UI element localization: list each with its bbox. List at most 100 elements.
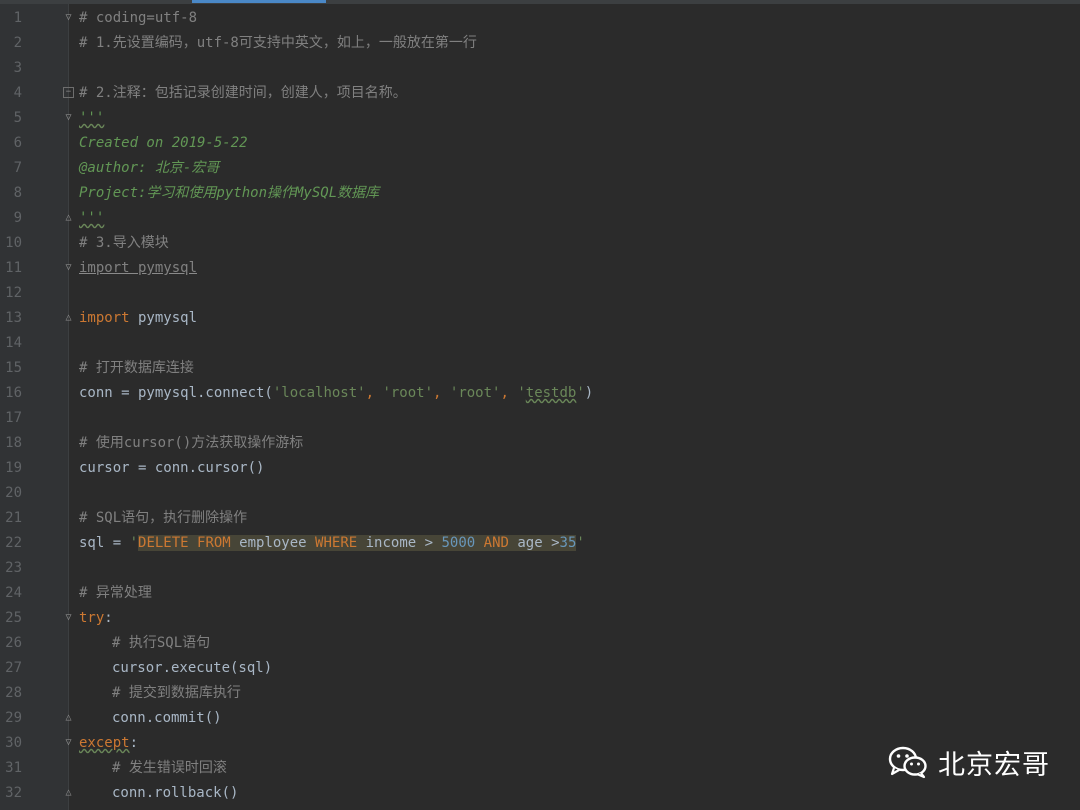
code-text[interactable]: # SQL语句，执行删除操作	[79, 506, 247, 531]
code-line[interactable]: 20	[0, 481, 1080, 506]
code-text[interactable]: # 执行SQL语句	[112, 631, 210, 656]
line-number[interactable]: 26	[0, 631, 22, 656]
code-text[interactable]: # 2.注释：包括记录创建时间，创建人，项目名称。	[79, 81, 407, 106]
code-line[interactable]: 6 Created on 2019-5-22	[0, 131, 1080, 156]
line-number[interactable]: 5	[0, 106, 22, 131]
code-line[interactable]: 1 ▽ # coding=utf-8	[0, 6, 1080, 31]
code-editor[interactable]: 1 ▽ # coding=utf-8 2 # 1.先设置编码，utf-8可支持中英文，如…	[0, 0, 1080, 810]
code-line[interactable]: 3	[0, 56, 1080, 81]
code-line[interactable]: 12	[0, 281, 1080, 306]
code-text[interactable]: conn.commit()	[112, 706, 222, 731]
code-text[interactable]: '''	[79, 106, 104, 131]
code-line[interactable]: 11 ▽ import pymysql	[0, 256, 1080, 281]
code-text[interactable]: cursor = conn.cursor()	[79, 456, 264, 481]
line-number[interactable]: 2	[0, 31, 22, 56]
code-text[interactable]: Created on 2019-5-22	[79, 131, 248, 156]
line-number[interactable]: 24	[0, 581, 22, 606]
fold-marker-icon[interactable]: ▽	[63, 12, 74, 23]
code-text[interactable]: conn.rollback()	[112, 781, 238, 806]
fold-marker-icon[interactable]: △	[63, 212, 74, 223]
code-text[interactable]: '''	[79, 206, 104, 231]
code-text[interactable]: conn = pymysql.connect('localhost', 'roo…	[79, 381, 593, 406]
code-text[interactable]: @author: 北京-宏哥	[79, 156, 219, 181]
line-number[interactable]: 6	[0, 131, 22, 156]
code-line[interactable]: 29 △ conn.commit()	[0, 706, 1080, 731]
line-number[interactable]: 17	[0, 406, 22, 431]
code-line[interactable]: 24 # 异常处理	[0, 581, 1080, 606]
line-number[interactable]: 15	[0, 356, 22, 381]
code-line[interactable]: 2 # 1.先设置编码，utf-8可支持中英文，如上，一般放在第一行	[0, 31, 1080, 56]
line-number[interactable]: 16	[0, 381, 22, 406]
line-number[interactable]: 29	[0, 706, 22, 731]
code-line[interactable]: 19 cursor = conn.cursor()	[0, 456, 1080, 481]
line-number[interactable]: 21	[0, 506, 22, 531]
code-line[interactable]: 10 # 3.导入模块	[0, 231, 1080, 256]
line-number[interactable]: 9	[0, 206, 22, 231]
code-text[interactable]: try:	[79, 606, 113, 631]
code-line[interactable]: 32 △ conn.rollback()	[0, 781, 1080, 806]
code-line[interactable]: 5 ▽ '''	[0, 106, 1080, 131]
code-line[interactable]: 27 cursor.execute(sql)	[0, 656, 1080, 681]
code-line[interactable]: 23	[0, 556, 1080, 581]
code-line[interactable]: 28 # 提交到数据库执行	[0, 681, 1080, 706]
fold-marker-icon[interactable]: ▽	[63, 612, 74, 623]
code-area[interactable]: 1 ▽ # coding=utf-8 2 # 1.先设置编码，utf-8可支持中英文，如…	[0, 6, 1080, 806]
code-text[interactable]: # 3.导入模块	[79, 231, 169, 256]
code-line[interactable]: 18 # 使用cursor()方法获取操作游标	[0, 431, 1080, 456]
line-number[interactable]: 30	[0, 731, 22, 756]
line-number[interactable]: 3	[0, 56, 22, 81]
code-line[interactable]: 8 Project:学习和使用python操作MySQL数据库	[0, 181, 1080, 206]
code-line[interactable]: 7 @author: 北京-宏哥	[0, 156, 1080, 181]
code-line[interactable]: 16 conn = pymysql.connect('localhost', 'r…	[0, 381, 1080, 406]
code-text[interactable]: Project:学习和使用python操作MySQL数据库	[79, 181, 379, 206]
line-number[interactable]: 14	[0, 331, 22, 356]
code-text[interactable]: import pymysql	[79, 306, 197, 331]
fold-marker-icon[interactable]: ▽	[63, 112, 74, 123]
code-line[interactable]: 22 sql = 'DELETE FROM employee WHERE inco…	[0, 531, 1080, 556]
code-line[interactable]: 25 ▽ try:	[0, 606, 1080, 631]
fold-marker-icon[interactable]: ▽	[63, 737, 74, 748]
line-number[interactable]: 32	[0, 781, 22, 806]
fold-marker-icon[interactable]: △	[63, 712, 74, 723]
code-line[interactable]: 14	[0, 331, 1080, 356]
line-number[interactable]: 11	[0, 256, 22, 281]
line-number[interactable]: 27	[0, 656, 22, 681]
line-number[interactable]: 18	[0, 431, 22, 456]
line-number[interactable]: 7	[0, 156, 22, 181]
code-text[interactable]: cursor.execute(sql)	[112, 656, 272, 681]
line-number[interactable]: 31	[0, 756, 22, 781]
code-line[interactable]: 13 △ import pymysql	[0, 306, 1080, 331]
fold-marker-icon[interactable]: △	[63, 787, 74, 798]
line-number[interactable]: 12	[0, 281, 22, 306]
line-number[interactable]: 1	[0, 6, 22, 31]
code-text[interactable]: # 打开数据库连接	[79, 356, 194, 381]
active-tab-indicator[interactable]	[192, 0, 326, 3]
code-text[interactable]: import pymysql	[79, 256, 197, 281]
line-number[interactable]: 8	[0, 181, 22, 206]
line-number[interactable]: 20	[0, 481, 22, 506]
fold-marker-icon[interactable]: △	[63, 312, 74, 323]
line-number[interactable]: 10	[0, 231, 22, 256]
code-line[interactable]: 17	[0, 406, 1080, 431]
line-number[interactable]: 23	[0, 556, 22, 581]
fold-marker-icon[interactable]: −	[63, 87, 74, 98]
code-text[interactable]: # 1.先设置编码，utf-8可支持中英文，如上，一般放在第一行	[79, 31, 477, 56]
code-line[interactable]: 4 − # 2.注释：包括记录创建时间，创建人，项目名称。	[0, 81, 1080, 106]
code-text[interactable]: # coding=utf-8	[79, 6, 197, 31]
line-number[interactable]: 19	[0, 456, 22, 481]
code-text[interactable]: # 发生错误时回滚	[112, 756, 227, 781]
line-number[interactable]: 28	[0, 681, 22, 706]
line-number[interactable]: 22	[0, 531, 22, 556]
code-text[interactable]: # 异常处理	[79, 581, 152, 606]
line-number[interactable]: 25	[0, 606, 22, 631]
code-line[interactable]: 26 # 执行SQL语句	[0, 631, 1080, 656]
line-number[interactable]: 4	[0, 81, 22, 106]
code-text[interactable]: sql = 'DELETE FROM employee WHERE income…	[79, 531, 585, 556]
code-line[interactable]: 9 △ '''	[0, 206, 1080, 231]
fold-marker-icon[interactable]: ▽	[63, 262, 74, 273]
code-line[interactable]: 15 # 打开数据库连接	[0, 356, 1080, 381]
code-text[interactable]: # 使用cursor()方法获取操作游标	[79, 431, 303, 456]
code-text[interactable]: # 提交到数据库执行	[112, 681, 241, 706]
line-number[interactable]: 13	[0, 306, 22, 331]
code-line[interactable]: 21 # SQL语句，执行删除操作	[0, 506, 1080, 531]
